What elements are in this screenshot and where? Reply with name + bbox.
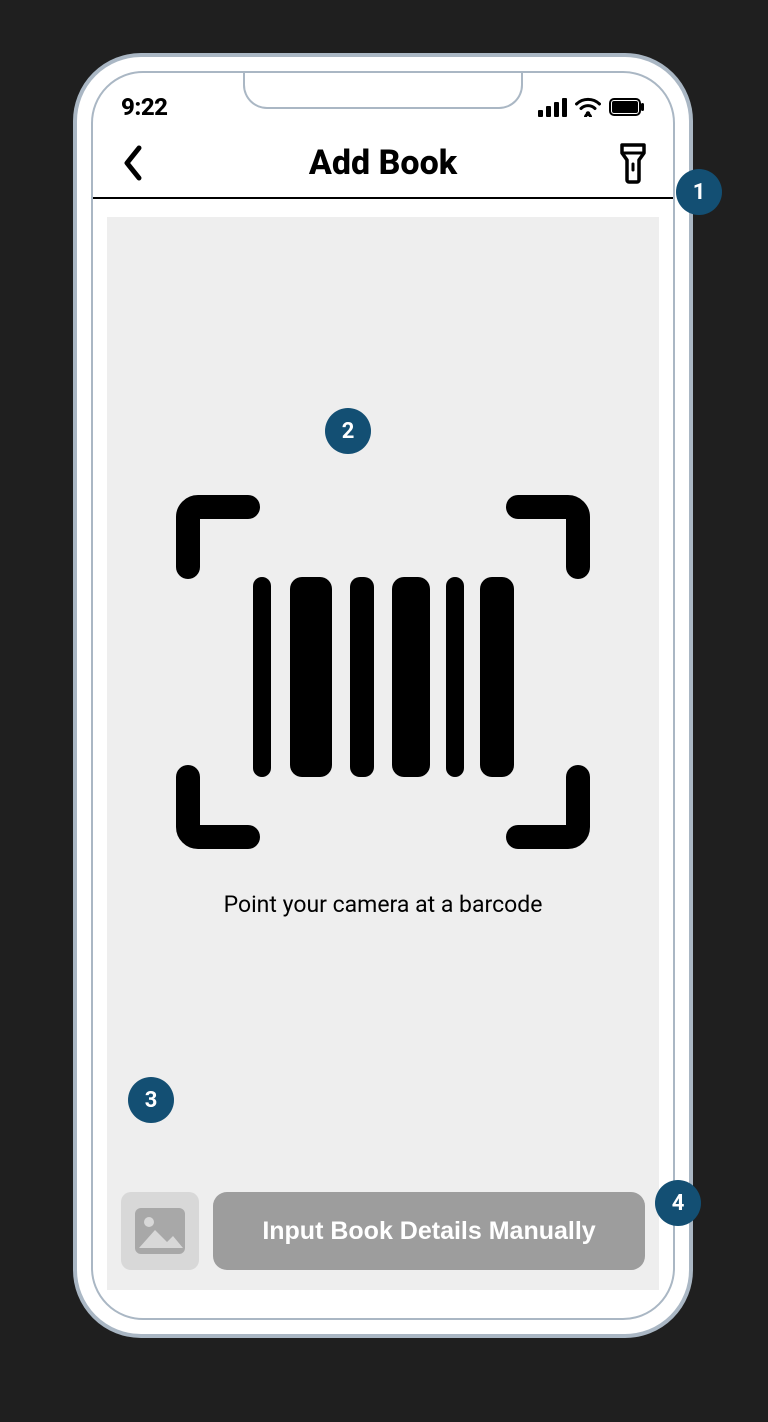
bottom-controls: Input Book Details Manually [121, 1192, 645, 1270]
chevron-left-icon [122, 145, 144, 181]
camera-viewfinder: Point your camera at a barcode Input Boo… [107, 217, 659, 1290]
flashlight-icon [618, 142, 648, 184]
nav-bar: Add Book [93, 127, 673, 199]
flashlight-button[interactable] [613, 143, 653, 183]
scan-hint-text: Point your camera at a barcode [168, 891, 598, 918]
back-button[interactable] [113, 143, 153, 183]
barcode-scan-area: Point your camera at a barcode [168, 487, 598, 918]
status-time: 9:22 [121, 93, 168, 121]
phone-frame: 9:22 [73, 53, 693, 1338]
gallery-button[interactable] [121, 1192, 199, 1270]
manual-input-button[interactable]: Input Book Details Manually [213, 1192, 645, 1270]
wifi-icon [575, 97, 601, 117]
barcode-scan-icon [168, 487, 598, 857]
callout-badge-2: 2 [325, 408, 371, 454]
phone-screen: 9:22 [91, 71, 675, 1320]
status-icons [538, 97, 645, 117]
image-icon [133, 1206, 187, 1256]
callout-badge-1: 1 [676, 169, 722, 215]
page-title: Add Book [309, 143, 457, 183]
battery-icon [609, 98, 645, 116]
cellular-signal-icon [538, 98, 567, 117]
callout-badge-3: 3 [128, 1077, 174, 1123]
callout-badge-4: 4 [655, 1180, 701, 1226]
notch [243, 71, 523, 109]
